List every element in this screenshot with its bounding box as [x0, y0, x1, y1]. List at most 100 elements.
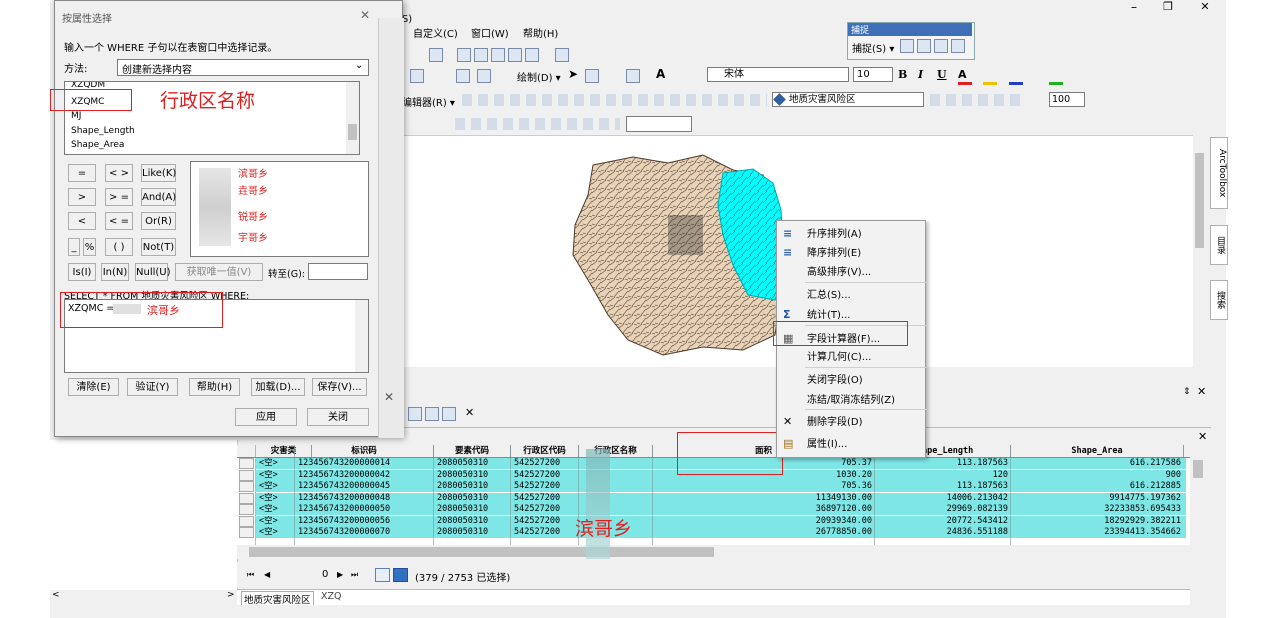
partial-close-icon[interactable]: ✕ — [384, 390, 394, 404]
show-selected-icon[interactable] — [393, 568, 408, 582]
table-cell[interactable]: 123456743200000070 — [298, 527, 431, 538]
goto-input[interactable] — [308, 263, 368, 280]
font-color-icon[interactable]: A — [958, 68, 972, 85]
table-cell[interactable]: 2080050310 — [437, 516, 508, 527]
fill-color-icon[interactable] — [983, 68, 997, 85]
italic-button[interactable]: I — [918, 68, 923, 81]
table-cell[interactable]: 123456743200000042 — [298, 470, 431, 481]
table-vscroll[interactable] — [1190, 445, 1206, 545]
op-like-button[interactable]: Like(K) — [141, 164, 176, 182]
table-cell[interactable]: 20939340.00 — [656, 516, 872, 527]
select-arrow-icon[interactable]: ➤ — [568, 67, 578, 81]
op-null-button[interactable]: Null(U) — [135, 263, 171, 281]
table-cell[interactable]: 616.212885 — [1014, 481, 1181, 492]
table-cell[interactable]: 542527200 — [514, 527, 576, 538]
op-not-button[interactable]: Not(T) — [141, 238, 176, 256]
close-window-button[interactable]: ✕ — [1193, 0, 1217, 14]
nav-next-icon[interactable]: ▶ — [337, 570, 343, 579]
context-menu-item[interactable]: 冻结/取消冻结列(Z) — [777, 390, 927, 411]
field-item-shape-area[interactable]: Shape_Area — [71, 140, 124, 150]
table-cell[interactable]: 616.217586 — [1014, 458, 1181, 469]
menu-customize[interactable]: 自定义(C) — [413, 25, 458, 40]
op-greater-equal-button[interactable]: > = — [105, 188, 133, 206]
table-cell[interactable]: 542527200 — [514, 516, 576, 527]
tab-catalog[interactable]: 目录 — [1210, 225, 1228, 265]
row-selector[interactable] — [239, 458, 254, 469]
nav-current[interactable]: 0 — [322, 569, 328, 580]
rotate-icon[interactable] — [585, 69, 599, 83]
context-menu-item[interactable]: 删除字段(D) — [777, 412, 927, 433]
table-cell[interactable]: 113.187563 — [878, 458, 1008, 469]
op-percent-button[interactable]: % — [83, 238, 96, 256]
table-cell[interactable]: 2080050310 — [437, 481, 508, 492]
row-selector[interactable] — [239, 504, 254, 515]
table-cell[interactable]: 2080050310 — [437, 470, 508, 481]
table-cell[interactable]: 542527200 — [514, 481, 576, 492]
op-underscore-button[interactable]: _ — [68, 238, 80, 256]
model-icon[interactable] — [525, 48, 539, 62]
table-hscroll[interactable] — [237, 545, 1190, 559]
tab-arctoolbox[interactable]: ArcToolbox — [1210, 137, 1228, 209]
table-cell[interactable]: 123456743200000014 — [298, 458, 431, 469]
table-cell[interactable]: 120 — [878, 470, 1008, 481]
method-select[interactable]: 创建新选择内容 ⌄ — [117, 59, 369, 76]
table-cell[interactable]: 542527200 — [514, 470, 576, 481]
row-selector[interactable] — [239, 469, 254, 481]
rectangle-icon[interactable] — [626, 69, 640, 83]
field-list-scrollbar[interactable] — [346, 82, 359, 154]
search-tool-icon[interactable] — [555, 48, 569, 62]
help-button[interactable]: 帮助(H) — [189, 378, 240, 396]
op-or-button[interactable]: Or(R) — [141, 212, 176, 230]
table-cell[interactable]: 542527200 — [514, 504, 576, 515]
tab-search[interactable]: 搜索 — [1210, 280, 1228, 320]
get-unique-values-button[interactable]: 获取唯一值(V) — [175, 263, 263, 281]
layer-icon[interactable] — [429, 48, 443, 62]
op-paren-button[interactable]: ( ) — [105, 238, 133, 256]
table-cell[interactable]: 900 — [1014, 470, 1181, 481]
column-header[interactable]: Shape_Area — [1011, 445, 1184, 457]
column-header[interactable]: 行政区代码 — [511, 445, 579, 457]
unique-value-2[interactable]: 垚哥乡 — [238, 182, 268, 197]
table-options-icon[interactable] — [408, 407, 422, 421]
table-cell[interactable]: 14006.213042 — [878, 493, 1008, 504]
draw-dropdown[interactable]: 绘制(D) ▾ — [517, 69, 561, 84]
close-table-pane-icon[interactable]: ✕ — [1197, 385, 1206, 398]
unique-value-1[interactable]: 滨哥乡 — [238, 165, 268, 180]
select-by-attr-icon[interactable] — [442, 407, 456, 421]
close-button[interactable]: 关闭 — [307, 408, 369, 426]
snap-end-icon[interactable] — [917, 39, 931, 53]
table-cell[interactable]: 26778850.00 — [656, 527, 872, 538]
toolbox-icon[interactable] — [491, 48, 505, 62]
table-cell[interactable]: 123456743200000045 — [298, 481, 431, 492]
verify-button[interactable]: 验证(Y) — [127, 378, 178, 396]
column-header[interactable]: 标识码 — [295, 445, 434, 457]
nav-prev-icon[interactable]: ◀ — [264, 570, 270, 579]
op-and-button[interactable]: And(A) — [141, 188, 176, 206]
sql-scrollbar[interactable] — [355, 300, 368, 372]
clear-selection-icon[interactable] — [456, 69, 470, 83]
nav-last-icon[interactable]: ⏭ — [351, 570, 358, 580]
identify-icon[interactable] — [477, 69, 491, 83]
row-selector[interactable] — [239, 481, 254, 492]
table-cell[interactable]: 9914775.197362 — [1014, 493, 1181, 504]
table-cell[interactable]: 542527200 — [514, 493, 576, 504]
map-vscroll[interactable] — [1193, 135, 1206, 367]
unique-values-list[interactable]: 滨哥乡 垚哥乡 锐哥乡 宇哥乡 — [190, 161, 369, 257]
underline-button[interactable]: U — [937, 68, 947, 81]
table-cell[interactable]: 705.36 — [656, 481, 872, 492]
op-less-equal-button[interactable]: < = — [105, 212, 133, 230]
table-cell[interactable]: 36897120.00 — [656, 504, 872, 515]
snap-edge-icon[interactable] — [951, 39, 965, 53]
snapping-dropdown[interactable]: 捕捉(S) ▾ — [852, 40, 894, 55]
pin-icon[interactable]: ⇕ — [1183, 387, 1191, 397]
table-cell[interactable]: 123456743200000048 — [298, 493, 431, 504]
dialog-close-icon[interactable]: ✕ — [360, 8, 370, 22]
marker-color-icon[interactable] — [1049, 68, 1063, 85]
nav-first-icon[interactable]: ⏮ — [247, 570, 254, 580]
snap-vertex-icon[interactable] — [934, 39, 948, 53]
context-menu-item[interactable]: 汇总(S)... — [777, 285, 927, 306]
restore-button[interactable]: ❐ — [1156, 0, 1180, 14]
op-in-button[interactable]: In(N) — [101, 263, 129, 281]
table-icon[interactable] — [457, 48, 471, 62]
context-menu-item[interactable]: 高级排序(V)... — [777, 262, 927, 283]
